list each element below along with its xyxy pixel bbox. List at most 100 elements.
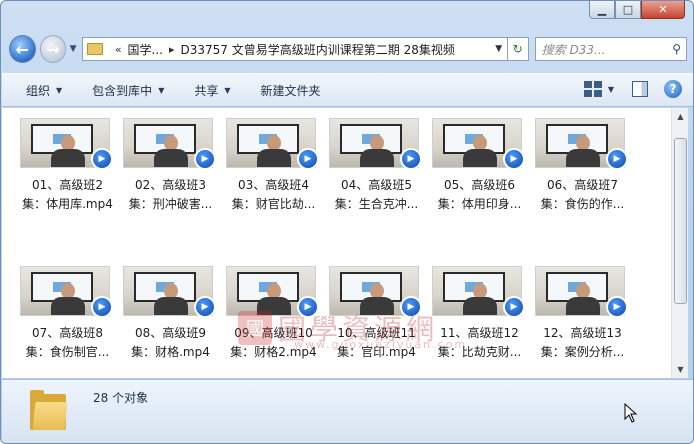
folder-icon [30, 388, 68, 432]
video-player-icon: ▶ [194, 296, 216, 318]
file-name-line1: 02、高级班3 [135, 178, 206, 192]
recent-pages-dropdown[interactable]: ▼ [67, 44, 78, 54]
video-player-icon: ▶ [606, 296, 628, 318]
file-item[interactable]: ▶ 05、高级班6 集：体用印身... [428, 118, 531, 252]
thumbnail-person [257, 283, 291, 315]
file-name: 09、高级班10 集：财格2.mp4 [222, 324, 325, 362]
video-player-icon: ▶ [91, 296, 113, 318]
view-dropdown-icon[interactable]: ▼ [608, 85, 614, 94]
video-player-icon: ▶ [91, 148, 113, 170]
file-name-line1: 10、高级班11 [337, 326, 416, 340]
include-library-menu[interactable]: 包含到库中 ▼ [92, 82, 164, 99]
thumbnail-person [360, 135, 394, 167]
forward-button[interactable]: → [39, 35, 67, 63]
file-name-line1: 11、高级班12 [440, 326, 519, 340]
file-item[interactable]: ▶ 02、高级班3 集：刑冲破害... [119, 118, 222, 252]
video-player-icon: ▶ [606, 148, 628, 170]
video-player-icon: ▶ [297, 296, 319, 318]
breadcrumb-parent[interactable]: 国学... [128, 41, 163, 58]
new-folder-label: 新建文件夹 [260, 83, 321, 98]
mouse-cursor-icon [624, 403, 638, 423]
file-item[interactable]: ▶ 11、高级班12 集：比劫克财... [428, 266, 531, 378]
file-name-line1: 07、高级班8 [32, 326, 103, 340]
file-item[interactable]: ▶ 09、高级班10 集：财格2.mp4 [222, 266, 325, 378]
file-item[interactable]: ▶ 04、高级班5 集：生合克冲... [325, 118, 428, 252]
forward-arrow-icon: → [46, 39, 60, 59]
refresh-button[interactable]: ↻ [507, 37, 529, 61]
video-player-icon: ▶ [297, 148, 319, 170]
thumbnail-person [154, 283, 188, 315]
file-name-line1: 05、高级班6 [444, 178, 515, 192]
file-name: 11、高级班12 集：比劫克财... [428, 324, 531, 362]
close-button[interactable]: ✕ [641, 1, 685, 19]
file-name: 12、高级班13 集：案例分析... [531, 324, 634, 362]
video-player-icon: ▶ [400, 296, 422, 318]
file-name-line2: 集：案例分析... [540, 345, 625, 359]
file-item[interactable]: ▶ 10、高级班11 集：官印.mp4 [325, 266, 428, 378]
file-name-line1: 03、高级班4 [238, 178, 309, 192]
file-name: 02、高级班3 集：刑冲破害... [119, 176, 222, 214]
file-item[interactable]: ▶ 12、高级班13 集：案例分析... [531, 266, 634, 378]
folder-icon [86, 43, 103, 55]
file-name-line2: 集：财格2.mp4 [230, 345, 317, 359]
address-bar[interactable]: « 国学... ▸ D33757 文曾易学高级班内训课程第二期 28集视频 ▼ [81, 37, 508, 61]
file-name: 10、高级班11 集：官印.mp4 [325, 324, 428, 362]
video-player-icon: ▶ [400, 148, 422, 170]
file-grid: ▶ 01、高级班2 集：体用库.mp4 ▶ 02、高级班3 集：刑冲破害... ▶ 03、高级… [16, 118, 634, 378]
file-name-line2: 集：财官比劫... [231, 197, 316, 211]
maximize-button[interactable]: □ [615, 1, 641, 19]
thumbnail-person [257, 135, 291, 167]
file-name-line1: 09、高级班10 [234, 326, 313, 340]
view-options-icon[interactable] [583, 81, 602, 97]
refresh-icon: ↻ [512, 42, 523, 56]
file-name-line2: 集：生合克冲... [334, 197, 419, 211]
search-icon[interactable]: ⚲ [672, 42, 681, 56]
thumbnail-person [463, 283, 497, 315]
breadcrumb-current[interactable]: D33757 文曾易学高级班内训课程第二期 28集视频 [181, 41, 455, 58]
search-input[interactable]: 搜索 D33... ⚲ [534, 37, 688, 61]
file-item[interactable]: ▶ 01、高级班2 集：体用库.mp4 [16, 118, 119, 252]
file-list: ▶ 01、高级班2 集：体用库.mp4 ▶ 02、高级班3 集：刑冲破害... ▶ 03、高级… [2, 108, 671, 378]
thumbnail-person [360, 283, 394, 315]
file-name-line2: 集：食伤的作... [540, 197, 625, 211]
search-placeholder: 搜索 D33... [541, 42, 606, 57]
overflow-chevron-icon[interactable]: « [115, 43, 122, 56]
share-label: 共享 [194, 83, 219, 98]
file-name: 03、高级班4 集：财官比劫... [222, 176, 325, 214]
share-menu[interactable]: 共享 ▼ [194, 82, 230, 99]
new-folder-button[interactable]: 新建文件夹 [261, 82, 321, 99]
thumbnail-person [463, 135, 497, 167]
video-player-icon: ▶ [503, 148, 525, 170]
chevron-down-icon: ▼ [56, 85, 63, 95]
file-name-line1: 04、高级班5 [341, 178, 412, 192]
video-player-icon: ▶ [194, 148, 216, 170]
file-name: 01、高级班2 集：体用库.mp4 [16, 176, 119, 214]
back-button[interactable]: ← [9, 35, 36, 63]
minimize-button[interactable]: ▁ [589, 1, 615, 19]
scroll-down-icon[interactable]: ▼ [672, 361, 689, 378]
scroll-up-icon[interactable]: ▲ [672, 108, 689, 125]
breadcrumb-separator-icon[interactable]: ▸ [169, 43, 175, 56]
file-name: 04、高级班5 集：生合克冲... [325, 176, 428, 214]
file-item[interactable]: ▶ 06、高级班7 集：食伤的作... [531, 118, 634, 252]
preview-pane-icon[interactable] [632, 81, 648, 97]
file-name: 06、高级班7 集：食伤的作... [531, 176, 634, 214]
chevron-down-icon: ▼ [158, 85, 165, 95]
file-item[interactable]: ▶ 03、高级班4 集：财官比劫... [222, 118, 325, 252]
file-name-line2: 集：官印.mp4 [337, 345, 416, 359]
file-item[interactable]: ▶ 07、高级班8 集：食伤制官... [16, 266, 119, 378]
details-pane: 28 个对象 [2, 379, 693, 443]
organize-menu[interactable]: 组织 ▼ [26, 82, 62, 99]
thumbnail-person [566, 135, 600, 167]
file-name-line2: 集：体用印身... [437, 197, 522, 211]
scrollbar-thumb[interactable] [674, 138, 687, 304]
help-icon[interactable]: ? [664, 80, 682, 98]
vertical-scrollbar[interactable]: ▲ ▼ [671, 108, 688, 378]
back-arrow-icon: ← [15, 39, 30, 59]
include-library-label: 包含到库中 [92, 83, 153, 98]
file-item[interactable]: ▶ 08、高级班9 集：财格.mp4 [119, 266, 222, 378]
thumbnail-person [51, 135, 85, 167]
file-name-line1: 01、高级班2 [32, 178, 103, 192]
address-dropdown-icon[interactable]: ▼ [491, 44, 507, 54]
item-count: 28 个对象 [93, 391, 149, 405]
